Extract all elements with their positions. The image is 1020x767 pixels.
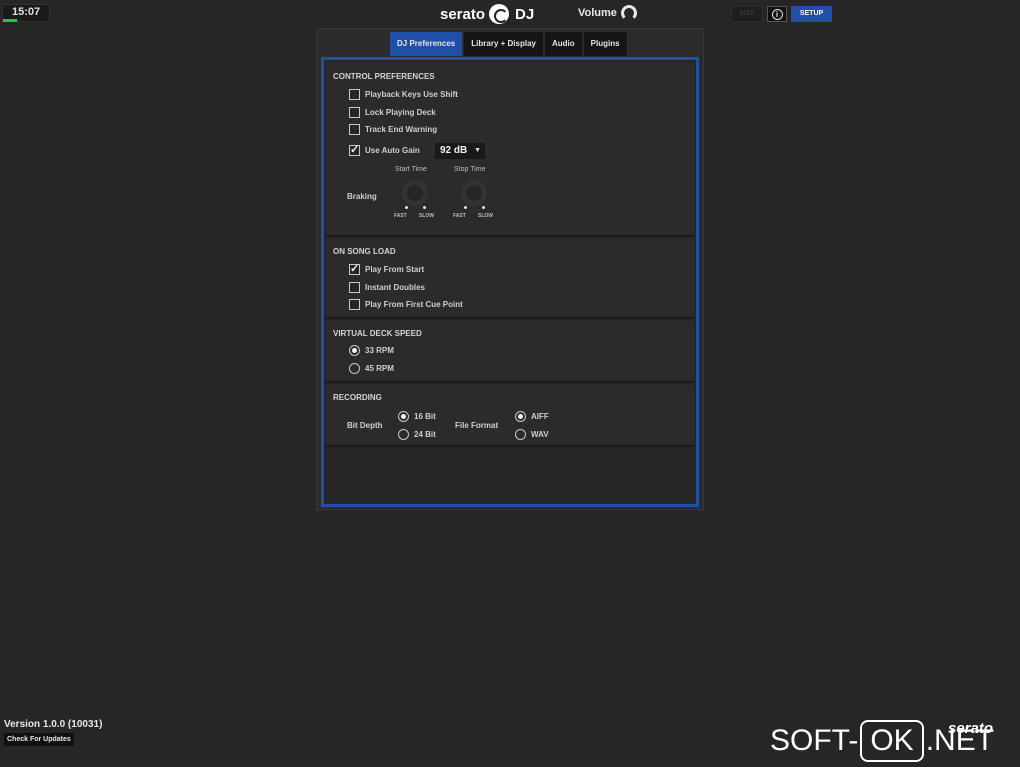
auto-gain-select[interactable]: 92 dB ▼ xyxy=(435,143,485,159)
watermark-box: OK xyxy=(860,720,924,762)
bit-depth-label: Bit Depth xyxy=(347,421,383,430)
watermark: SOFT- OK .NET xyxy=(770,720,995,762)
clock: 15:07 xyxy=(2,4,50,22)
option-label: WAV xyxy=(531,430,549,439)
option-label: AIFF xyxy=(531,412,549,421)
volume-knob-icon[interactable] xyxy=(620,5,637,21)
midi-button[interactable]: MIDI xyxy=(731,6,763,22)
dj-preferences-content: CONTROL PREFERENCES Playback Keys Use Sh… xyxy=(321,57,699,507)
auto-gain-value: 92 dB xyxy=(440,145,468,156)
use-auto-gain-option[interactable]: Use Auto Gain xyxy=(349,143,420,156)
check-for-updates-button[interactable]: Check For Updates xyxy=(4,733,74,746)
recording-section: RECORDING Bit Depth 16 Bit 24 Bit File F… xyxy=(326,385,694,447)
control-preferences-section: CONTROL PREFERENCES Playback Keys Use Sh… xyxy=(326,62,694,237)
on-song-load-section: ON SONG LOAD Play From Start Instant Dou… xyxy=(326,239,694,319)
braking-label: Braking xyxy=(347,192,377,201)
top-bar: 15:07 serato DJ Volume MIDI i SETUP xyxy=(0,0,1020,28)
section-title: ON SONG LOAD xyxy=(333,247,396,256)
clock-time: 15:07 xyxy=(12,6,41,18)
section-title: CONTROL PREFERENCES xyxy=(333,72,435,81)
slow-label: SLOW xyxy=(478,213,493,219)
serato-dj-logo: serato DJ xyxy=(440,3,534,25)
tab-plugins[interactable]: Plugins xyxy=(583,32,627,56)
start-time-label: Start Time xyxy=(395,166,427,173)
play-from-start-option[interactable]: Play From Start xyxy=(349,262,425,275)
option-label: Play From First Cue Point xyxy=(365,300,463,309)
clock-progress-bar xyxy=(3,19,17,22)
option-label: 45 RPM xyxy=(365,364,394,373)
play-from-first-cue-checkbox[interactable] xyxy=(349,299,360,310)
slow-label: SLOW xyxy=(419,213,434,219)
setup-panel: DJ Preferences Library + Display Audio P… xyxy=(316,28,704,510)
option-label: 33 RPM xyxy=(365,346,394,355)
tab-audio[interactable]: Audio xyxy=(544,32,582,56)
instant-doubles-checkbox[interactable] xyxy=(349,282,360,293)
playback-keys-checkbox[interactable] xyxy=(349,89,360,100)
rpm-33-radio[interactable] xyxy=(349,345,360,356)
setup-tabs: DJ Preferences Library + Display Audio P… xyxy=(390,32,627,56)
bit-24-radio[interactable] xyxy=(398,429,409,440)
wav-radio[interactable] xyxy=(515,429,526,440)
option-label: Track End Warning xyxy=(365,125,438,134)
fast-label: FAST xyxy=(394,213,407,219)
version-text: Version 1.0.0 (10031) xyxy=(4,719,103,730)
play-from-start-checkbox[interactable] xyxy=(349,262,360,275)
use-auto-gain-checkbox[interactable] xyxy=(349,143,360,156)
virtual-deck-speed-section: VIRTUAL DECK SPEED 33 RPM 45 RPM xyxy=(326,321,694,383)
dropdown-arrow-icon: ▼ xyxy=(474,147,481,154)
tab-library-display[interactable]: Library + Display xyxy=(464,32,543,56)
track-end-warning-option[interactable]: Track End Warning xyxy=(349,124,437,135)
knob-marker xyxy=(405,206,408,209)
option-label: Instant Doubles xyxy=(365,283,426,292)
knob-marker xyxy=(464,206,467,209)
lock-playing-deck-checkbox[interactable] xyxy=(349,107,360,118)
bit-24-option[interactable]: 24 Bit xyxy=(398,429,436,440)
info-icon: i xyxy=(771,8,783,20)
section-title: RECORDING xyxy=(333,393,382,402)
knob-marker xyxy=(482,206,485,209)
file-format-label: File Format xyxy=(455,421,499,430)
fast-label: FAST xyxy=(453,213,466,219)
lock-playing-deck-option[interactable]: Lock Playing Deck xyxy=(349,107,436,118)
setup-button[interactable]: SETUP xyxy=(791,6,832,22)
option-label: Playback Keys Use Shift xyxy=(365,90,458,99)
logo-suffix: DJ xyxy=(515,5,535,23)
info-button[interactable]: i xyxy=(767,6,787,22)
bit-16-radio[interactable] xyxy=(398,411,409,422)
watermark-left: SOFT- xyxy=(770,724,859,757)
playback-keys-option[interactable]: Playback Keys Use Shift xyxy=(349,89,458,100)
rpm-33-option[interactable]: 33 RPM xyxy=(349,345,394,356)
play-from-first-cue-option[interactable]: Play From First Cue Point xyxy=(349,299,463,310)
volume-label: Volume xyxy=(578,7,617,19)
wav-option[interactable]: WAV xyxy=(515,429,549,440)
knob-marker xyxy=(423,206,426,209)
section-title: VIRTUAL DECK SPEED xyxy=(333,329,422,338)
aiff-option[interactable]: AIFF xyxy=(515,411,549,422)
watermark-right: .NET xyxy=(925,724,995,757)
serato-logo-icon xyxy=(489,4,510,24)
start-time-knob[interactable] xyxy=(402,180,428,206)
track-end-warning-checkbox[interactable] xyxy=(349,124,360,135)
stop-time-knob[interactable] xyxy=(461,180,487,206)
tab-dj-preferences[interactable]: DJ Preferences xyxy=(390,32,463,56)
bit-16-option[interactable]: 16 Bit xyxy=(398,411,436,422)
rpm-45-option[interactable]: 45 RPM xyxy=(349,363,394,374)
option-label: 24 Bit xyxy=(414,430,436,439)
option-label: Play From Start xyxy=(365,265,425,274)
aiff-radio[interactable] xyxy=(515,411,526,422)
option-label: Lock Playing Deck xyxy=(365,108,436,117)
stop-time-label: Stop Time xyxy=(454,166,486,173)
option-label: 16 Bit xyxy=(414,412,436,421)
logo-text: serato xyxy=(440,5,486,23)
instant-doubles-option[interactable]: Instant Doubles xyxy=(349,282,425,293)
rpm-45-radio[interactable] xyxy=(349,363,360,374)
volume-control[interactable]: Volume xyxy=(578,5,637,21)
option-label: Use Auto Gain xyxy=(365,146,420,155)
